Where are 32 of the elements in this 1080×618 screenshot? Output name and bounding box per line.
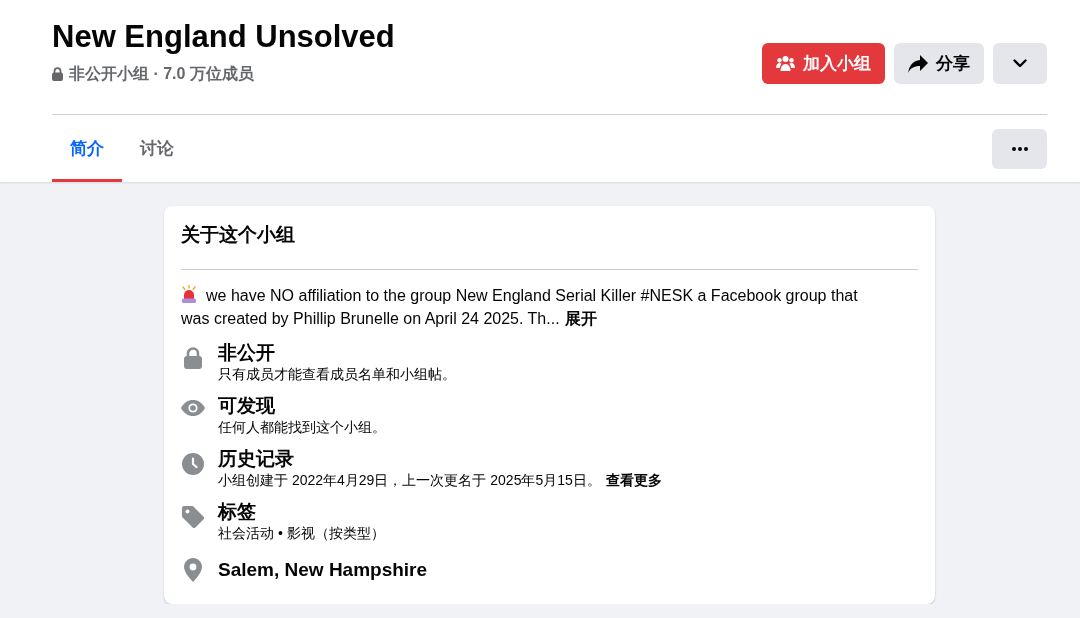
- eye-icon: [181, 400, 205, 416]
- chevron-down-icon: [1013, 59, 1027, 68]
- more-button[interactable]: [992, 128, 1047, 169]
- group-meta: 非公开小组 · 7.0 万位成员: [69, 64, 254, 84]
- tag-icon: [182, 506, 204, 528]
- detail-text: 只有成员才能查看成员名单和小组帖。: [218, 365, 456, 384]
- card-title: 关于这个小组: [181, 223, 296, 247]
- detail-text: 社会活动 • 影视（按类型）: [218, 524, 385, 543]
- detail-title: Salem, New Hampshire: [218, 558, 428, 582]
- detail-title: 可发现: [218, 394, 276, 418]
- tab[interactable]: 讨论: [122, 115, 192, 182]
- lock-icon: [52, 67, 63, 81]
- see-more-link[interactable]: 查看更多: [605, 472, 662, 488]
- dropdown-button[interactable]: [993, 43, 1047, 84]
- join-group-button[interactable]: 加入小组: [762, 43, 885, 84]
- detail-title: 历史记录: [218, 447, 295, 471]
- detail-title: 非公开: [218, 341, 276, 365]
- group-name: New England Unsolved: [52, 18, 395, 56]
- siren-icon: [181, 285, 197, 303]
- group-description: we have NO affiliation to the group New England Serial Killer #NESK a Facebook group that was created by Phillip Brunelle on April 24 2025. Th... 展开: [181, 284, 859, 329]
- map-pin-icon: [184, 558, 202, 582]
- share-arrow-icon: [908, 54, 928, 73]
- more-dots-icon: [1011, 146, 1028, 151]
- clock-icon: [182, 453, 204, 475]
- expand-link[interactable]: 展开: [564, 310, 597, 327]
- tab[interactable]: 简介: [52, 115, 122, 182]
- share-button[interactable]: 分享: [894, 43, 984, 84]
- detail-text: 小组创建于 2022年4月29日，上一次更名于 2025年5月15日。 查看更多: [218, 471, 662, 490]
- detail-title: 标签: [218, 500, 257, 524]
- lock-icon: [184, 347, 202, 369]
- people-icon: [776, 56, 795, 71]
- detail-text: 任何人都能找到这个小组。: [218, 418, 386, 437]
